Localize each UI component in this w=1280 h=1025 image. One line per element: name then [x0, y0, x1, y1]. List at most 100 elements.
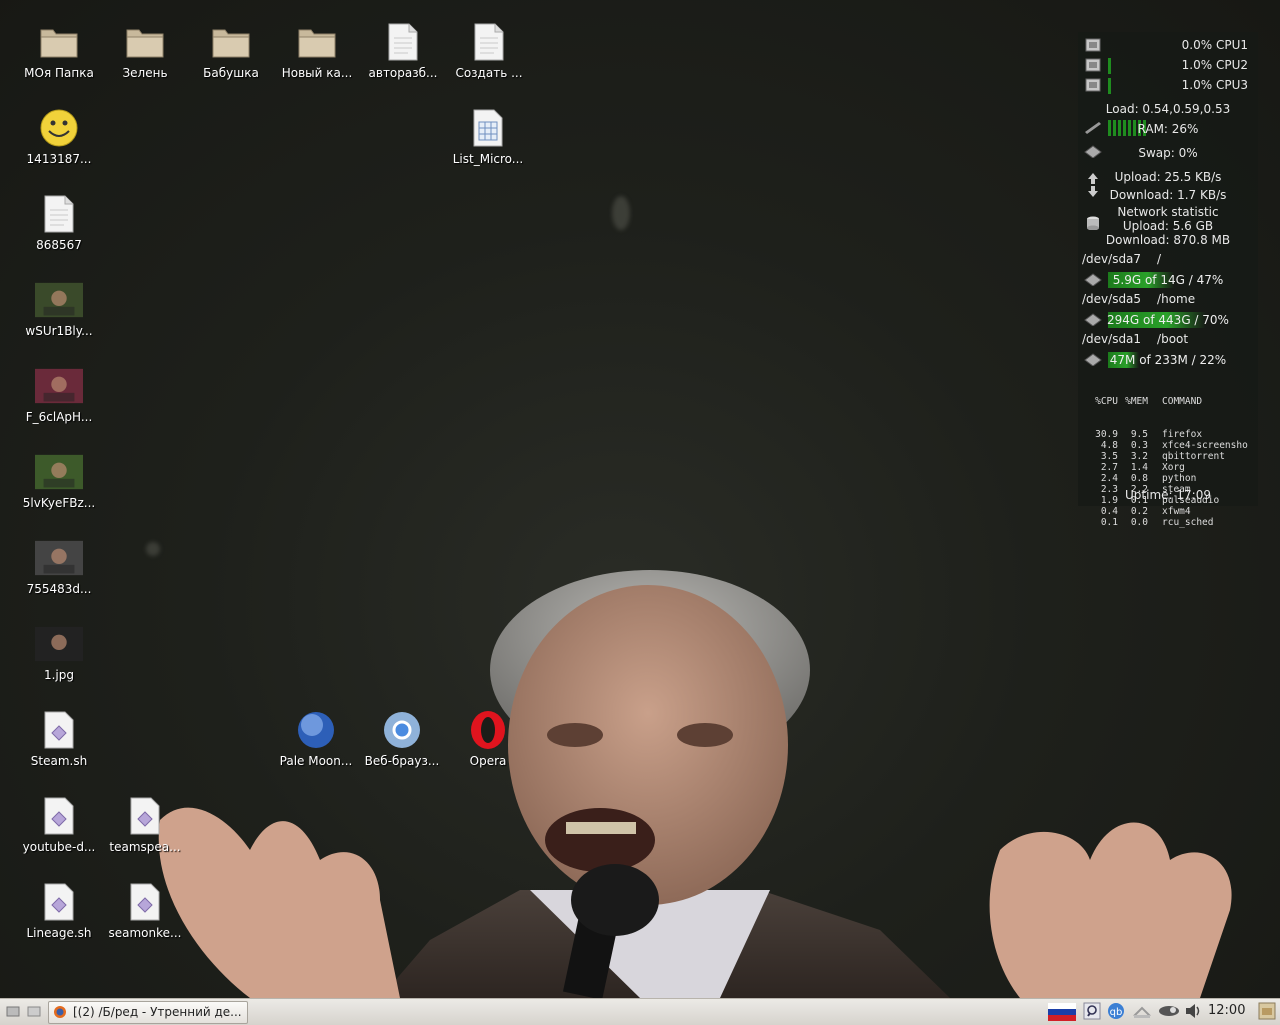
desktop-icon[interactable]: teamspea...: [102, 792, 188, 872]
window-list-icon[interactable]: [27, 1004, 41, 1018]
volume-icon[interactable]: [1184, 1002, 1204, 1020]
desktop-icon[interactable]: Создать ...: [446, 18, 532, 98]
qbittorrent-icon[interactable]: qb: [1107, 1002, 1125, 1020]
script-file-icon: [35, 792, 83, 840]
cpu3-bar: [1108, 78, 1113, 94]
desktop-icon-label: 755483d...: [26, 582, 92, 596]
taskbar-window-button[interactable]: [(2) /Б/ред - Утренний де...: [48, 1001, 248, 1024]
network-statistic-row: Network statistic Upload: 5.6 GB Downloa…: [1078, 204, 1258, 252]
desktop-icon[interactable]: 1.jpg: [16, 620, 102, 700]
desktop-icon[interactable]: Бабушка: [188, 18, 274, 98]
desktop-icon[interactable]: Pale Moon...: [273, 706, 359, 786]
desktop-icon[interactable]: Opera: [445, 706, 531, 786]
process-row: 30.9 9.5 firefox: [1095, 429, 1203, 440]
smiley-image-icon: [35, 104, 83, 152]
disk-mount: /: [1157, 252, 1162, 266]
image-thumbnail-icon: [35, 620, 83, 668]
disk-sda7: /dev/sda7 / 5.9G of 14G / 47%: [1078, 252, 1258, 292]
disk-mount: /home: [1157, 292, 1196, 306]
desktop-icon-label: List_Micro...: [452, 152, 524, 166]
process-header: %CPU %MEM COMMAND: [1095, 396, 1203, 407]
desktop-icon[interactable]: wSUr1Bly...: [16, 276, 102, 356]
desktop-icon[interactable]: 755483d...: [16, 534, 102, 614]
clock[interactable]: 12:00: [1208, 1003, 1245, 1018]
upload-speed: Upload: 25.5 KB/s: [1114, 170, 1222, 184]
chromium-icon: [378, 706, 426, 754]
desktop-icon-label: F_6clApH...: [25, 410, 93, 424]
wallpaper-speck: [612, 196, 630, 230]
cpu-chip-icon: [1085, 58, 1101, 72]
desktop-icon[interactable]: List_Micro...: [445, 104, 531, 184]
script-file-icon: [121, 792, 169, 840]
desktop-icon[interactable]: seamonke...: [102, 878, 188, 958]
folder-icon: [207, 18, 255, 66]
process-table: %CPU %MEM COMMAND 30.9 9.5 firefox 4.8 0.3 xfce…: [1088, 374, 1248, 528]
desktop-icon-label: Lineage.sh: [26, 926, 92, 940]
desktop-icon[interactable]: Веб-брауз...: [359, 706, 445, 786]
disk-usage-text: 5.9G of 14G / 47%: [1112, 273, 1224, 287]
cpu1-row: 0.0% CPU1: [1078, 38, 1258, 56]
desktop-icon[interactable]: 5lvKyeFBz...: [16, 448, 102, 528]
download-speed: Download: 1.7 KB/s: [1109, 188, 1227, 202]
disk-mount: /boot: [1157, 332, 1189, 346]
disk-device: /dev/sda1: [1082, 332, 1142, 346]
desktop-icon-label: Opera: [469, 754, 507, 768]
cpu-chip-icon: [1085, 78, 1101, 92]
cpu3-text: 1.0% CPU3: [1181, 78, 1248, 92]
opera-icon: [464, 706, 512, 754]
process-row: 4.8 0.3 xfce4-screensho: [1100, 440, 1248, 451]
desktop-icon-label: wSUr1Bly...: [25, 324, 93, 338]
desktop-icon[interactable]: youtube-d...: [16, 792, 102, 872]
desktop-icon[interactable]: 1413187...: [16, 104, 102, 184]
desktop-icon-label: seamonke...: [108, 926, 182, 940]
taskbar-window-label: [(2) /Б/ред - Утренний де...: [73, 1005, 242, 1019]
desktop-icon-label: авторазб...: [368, 66, 438, 80]
cpu3-row: 1.0% CPU3: [1078, 78, 1258, 96]
cpu2-row: 1.0% CPU2: [1078, 58, 1258, 76]
process-row: 2.7 1.4 Xorg: [1100, 462, 1185, 473]
steam-icon[interactable]: [1158, 1002, 1180, 1020]
desktop-icon-label: Веб-брауз...: [364, 754, 440, 768]
search-icon[interactable]: [1083, 1002, 1101, 1020]
firefox-icon: [54, 1006, 66, 1018]
spreadsheet-file-icon: [464, 104, 512, 152]
load-text: Load: 0.54,0.59,0.53: [1105, 102, 1231, 116]
desktop-icon[interactable]: Steam.sh: [16, 706, 102, 786]
cpu2-text: 1.0% CPU2: [1181, 58, 1248, 72]
desktop-icon-label: 868567: [36, 238, 82, 252]
uptime-text: Uptime: 17:09: [1125, 488, 1211, 502]
desktop-icon-label: 1.jpg: [43, 668, 75, 682]
network-icon[interactable]: [1132, 1002, 1152, 1020]
svg-text:qb: qb: [1110, 1007, 1123, 1018]
image-thumbnail-icon: [35, 534, 83, 582]
show-desktop-icon[interactable]: [6, 1004, 20, 1018]
desktop-icon[interactable]: F_6clApH...: [16, 362, 102, 442]
wallpaper-photo: [158, 570, 1232, 998]
disk-device: /dev/sda7: [1082, 252, 1142, 266]
folder-icon[interactable]: [1258, 1002, 1276, 1020]
desktop-icon-label: МОя Папка: [24, 66, 94, 80]
desktop-icon-label: Зелень: [122, 66, 168, 80]
script-file-icon: [121, 878, 169, 926]
disk-sda1: /dev/sda1/boot 47M of 233M / 22%: [1078, 332, 1258, 372]
cpu-chip-icon: [1085, 38, 1101, 52]
folder-icon: [293, 18, 341, 66]
swap-text: Swap: 0%: [1138, 146, 1198, 160]
desktop-icon[interactable]: Lineage.sh: [16, 878, 102, 958]
desktop-icon-label: Pale Moon...: [279, 754, 353, 768]
russia-flag-icon[interactable]: [1048, 1003, 1076, 1021]
desktop-icon[interactable]: авторазб...: [360, 18, 446, 98]
desktop-icon[interactable]: Зелень: [102, 18, 188, 98]
folder-icon: [35, 18, 83, 66]
desktop-icon-label: teamspea...: [109, 840, 181, 854]
ram-row: RAM: 26%: [1078, 120, 1258, 138]
desktop-icon[interactable]: МОя Папка: [16, 18, 102, 98]
desktop-icon[interactable]: 868567: [16, 190, 102, 270]
text-file-icon: [35, 190, 83, 238]
desktop-icon[interactable]: Новый ка...: [274, 18, 360, 98]
pale-moon-icon: [292, 706, 340, 754]
net-total-download: Download: 870.8 MB: [1105, 233, 1231, 247]
desktop-icon-label: Steam.sh: [30, 754, 88, 768]
process-row: 2.4 0.8 python: [1100, 473, 1197, 484]
desktop-icon-label: 1413187...: [26, 152, 92, 166]
